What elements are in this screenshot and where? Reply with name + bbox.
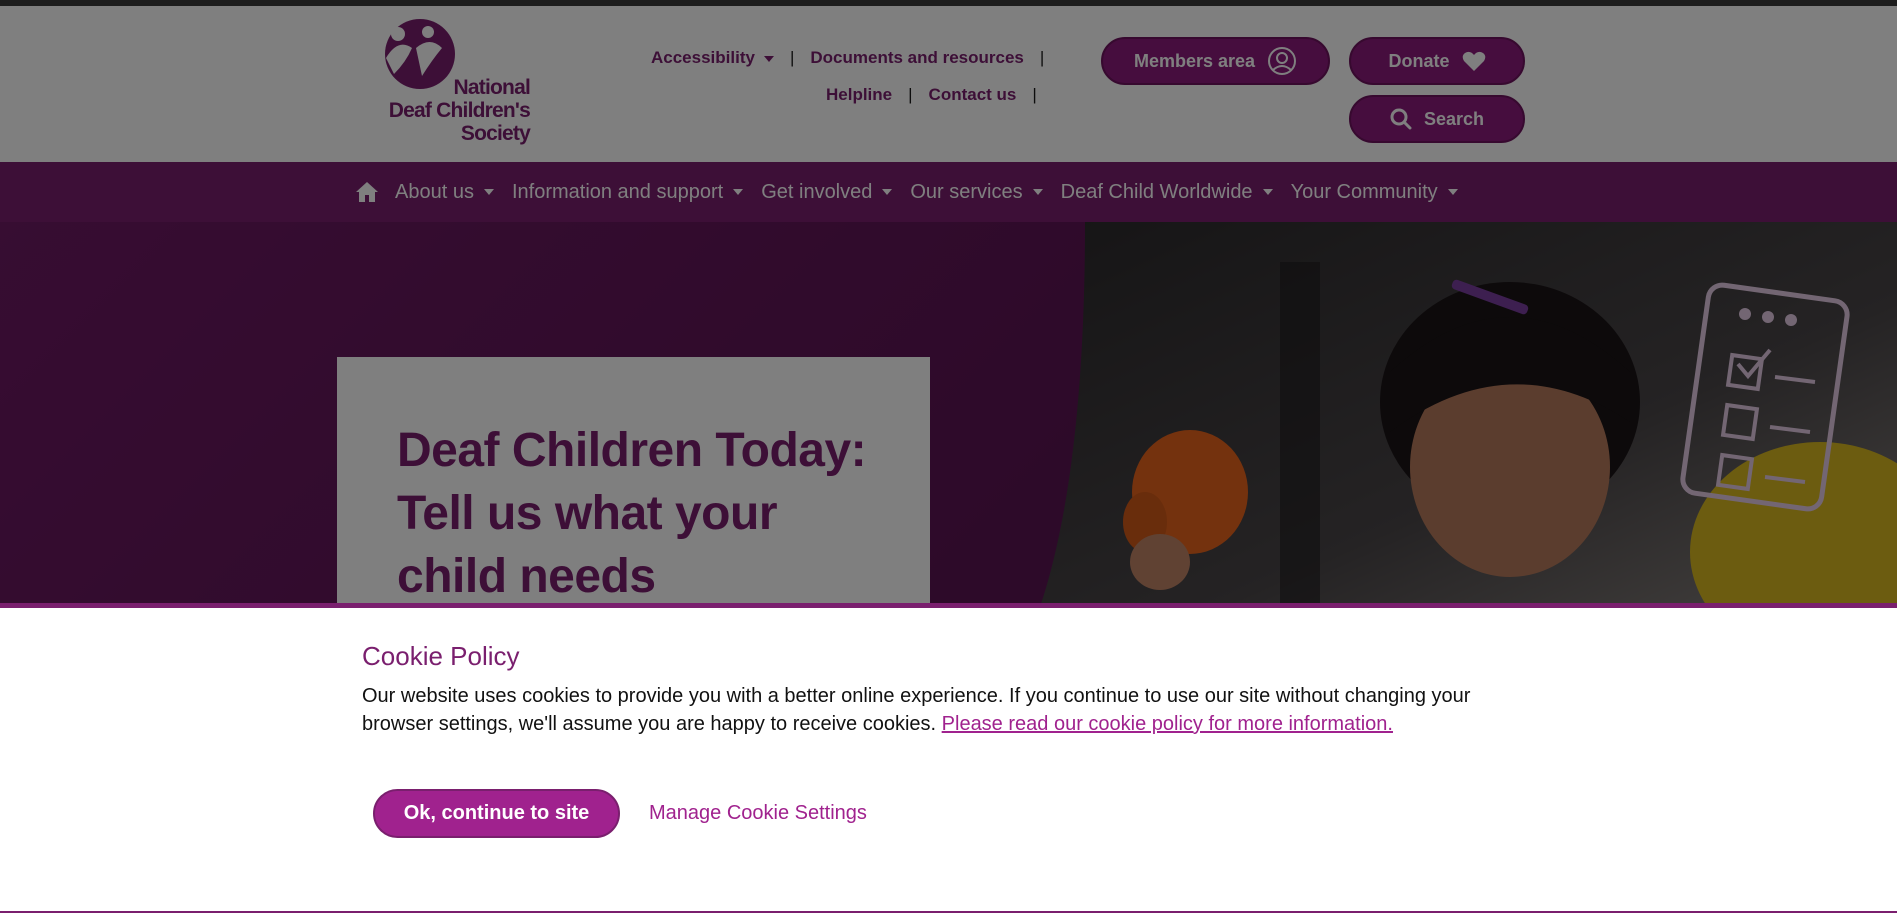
cookie-message: Our website uses cookies to provide you …: [362, 682, 1502, 738]
ok-continue-button[interactable]: Ok, continue to site: [373, 789, 620, 838]
cookie-title: Cookie Policy: [362, 641, 520, 671]
manage-cookie-settings-link[interactable]: Manage Cookie Settings: [649, 802, 867, 825]
modal-backdrop: [0, 0, 1897, 608]
cookie-policy-link[interactable]: Please read our cookie policy for more i…: [942, 713, 1393, 735]
cookie-banner: Cookie Policy Our website uses cookies t…: [0, 608, 1897, 913]
